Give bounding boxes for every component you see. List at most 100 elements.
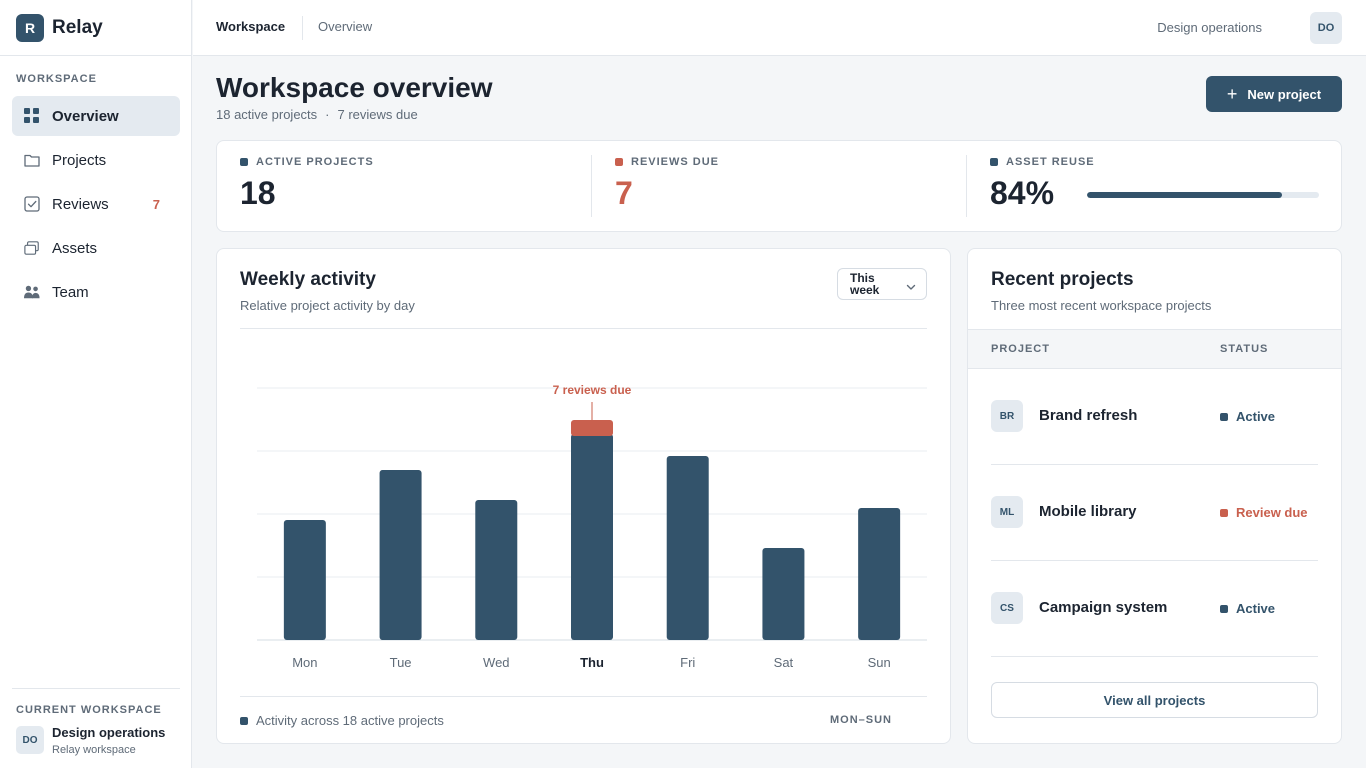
stat-label-text: REVIEWS DUE (631, 156, 720, 168)
legend-dot (240, 716, 248, 725)
chart-footer-text: Activity across 18 active projects (256, 713, 444, 728)
page-title: Workspace overview (216, 72, 493, 103)
workspace-name[interactable]: Design operations (52, 725, 165, 740)
sidebar: R Relay WORKSPACE Overview Projects Revi… (0, 0, 192, 768)
subtitle-reviews: 7 reviews due (337, 107, 418, 122)
stat-separator (591, 155, 592, 217)
sidebar-item-assets[interactable]: Assets (12, 228, 180, 268)
stats-card: ACTIVE PROJECTS 18 REVIEWS DUE 7 ASSET R… (216, 140, 1342, 232)
chart-bar-tue (379, 470, 422, 640)
brand-logo: R (16, 13, 44, 42)
sidebar-divider (12, 688, 180, 689)
progress-fill (1087, 192, 1282, 198)
project-avatar: CS (991, 592, 1023, 624)
subtitle-separator: · (325, 107, 330, 122)
project-name[interactable]: Campaign system (1039, 599, 1167, 616)
stat-label: ASSET REUSE (990, 156, 1095, 168)
status-text: Review due (1236, 505, 1308, 520)
project-avatar: ML (991, 496, 1023, 528)
status-text: Active (1236, 409, 1276, 424)
sidebar-item-label: Overview (52, 107, 119, 125)
folder-icon (24, 152, 40, 168)
x-tick-label: Mon (292, 655, 317, 670)
checkbox-icon (24, 196, 40, 212)
chart-bar-thu (571, 434, 613, 640)
stat-label-text: ASSET REUSE (1006, 156, 1095, 168)
x-tick-label: Fri (680, 655, 695, 670)
sidebar-section-label: WORKSPACE (16, 73, 97, 85)
stat-label: ACTIVE PROJECTS (240, 156, 374, 168)
stat-dot (990, 158, 998, 166)
status-badge: Active (1220, 601, 1275, 616)
status-dot (1220, 604, 1228, 613)
column-project: PROJECT (991, 343, 1050, 355)
sidebar-item-label: Team (52, 283, 89, 301)
x-tick-label: Sun (868, 655, 891, 670)
sidebar-item-label: Projects (52, 151, 107, 169)
current-workspace-label: CURRENT WORKSPACE (16, 704, 162, 716)
sidebar-item-reviews[interactable]: Reviews 7 (12, 184, 180, 224)
project-name[interactable]: Brand refresh (1039, 407, 1137, 424)
status-badge: Review due (1220, 505, 1308, 520)
table-header: PROJECT STATUS (968, 329, 1341, 369)
table-row[interactable]: CS Campaign system Active (991, 561, 1318, 657)
x-tick-label: Thu (580, 655, 604, 670)
layers-icon (24, 240, 40, 256)
people-icon (24, 284, 40, 300)
stat-separator (966, 155, 967, 217)
chart-bar-sat (762, 548, 805, 640)
stat-label-text: ACTIVE PROJECTS (256, 156, 374, 168)
card-title: Recent projects (991, 269, 1134, 290)
status-dot (1220, 508, 1228, 517)
status-dot (1220, 412, 1228, 421)
sidebar-item-label: Assets (52, 239, 98, 257)
stat-label: REVIEWS DUE (615, 156, 719, 168)
table-row[interactable]: ML Mobile library Review due (991, 465, 1318, 561)
x-tick-label: Sat (774, 655, 794, 670)
plus-icon: + (1226, 84, 1238, 104)
column-status: STATUS (1220, 343, 1269, 355)
view-all-projects-button[interactable]: View all projects (991, 682, 1318, 718)
top-bar: Workspace Overview Design operations DO (193, 0, 1366, 56)
tab-separator (302, 16, 303, 40)
new-project-button[interactable]: + New project (1206, 76, 1342, 112)
status-text: Active (1236, 601, 1276, 616)
sidebar-item-projects[interactable]: Projects (12, 140, 180, 180)
page-subtitle: 18 active projects · 7 reviews due (216, 107, 418, 122)
table-row[interactable]: BR Brand refresh Active (991, 369, 1318, 465)
user-avatar[interactable]: DO (1310, 12, 1342, 44)
sidebar-item-team[interactable]: Team (12, 272, 180, 312)
x-tick-label: Tue (390, 655, 412, 670)
status-badge: Active (1220, 409, 1275, 424)
stat-value: 7 (615, 175, 633, 211)
sidebar-nav: Overview Projects Reviews 7 Assets Team (12, 96, 180, 316)
sidebar-item-overview[interactable]: Overview (12, 96, 180, 136)
tab-workspace[interactable]: Workspace (216, 19, 285, 34)
tab-overview[interactable]: Overview (318, 19, 372, 34)
project-avatar: BR (991, 400, 1023, 432)
brand[interactable]: R Relay (0, 0, 191, 56)
divider (240, 696, 927, 697)
project-name[interactable]: Mobile library (1039, 503, 1137, 520)
chart-bar-wed (475, 500, 518, 640)
sidebar-item-label: Reviews (52, 195, 109, 213)
subtitle-projects: 18 active projects (216, 107, 318, 122)
card-subtitle: Three most recent workspace projects (991, 298, 1212, 313)
new-project-label: New project (1247, 86, 1322, 102)
chart-footer: Activity across 18 active projects (240, 713, 444, 728)
recent-projects-card: Recent projects Three most recent worksp… (967, 248, 1342, 744)
chart-bar-overdue-thu (571, 420, 613, 436)
grid-icon (24, 108, 40, 124)
chart-annotation: 7 reviews due (553, 383, 632, 397)
stat-value: 18 (240, 175, 276, 211)
stat-value: 84% (990, 175, 1055, 211)
stat-dot (615, 158, 623, 166)
stat-dot (240, 158, 248, 166)
workspace-subtitle: Relay workspace (52, 744, 136, 756)
chart-bar-sun (858, 508, 901, 640)
org-name[interactable]: Design operations (1157, 20, 1262, 35)
x-tick-label: Wed (483, 655, 510, 670)
chart-bar-fri (666, 456, 709, 640)
workspace-avatar[interactable]: DO (16, 726, 44, 754)
chart-bar-mon (283, 520, 326, 640)
